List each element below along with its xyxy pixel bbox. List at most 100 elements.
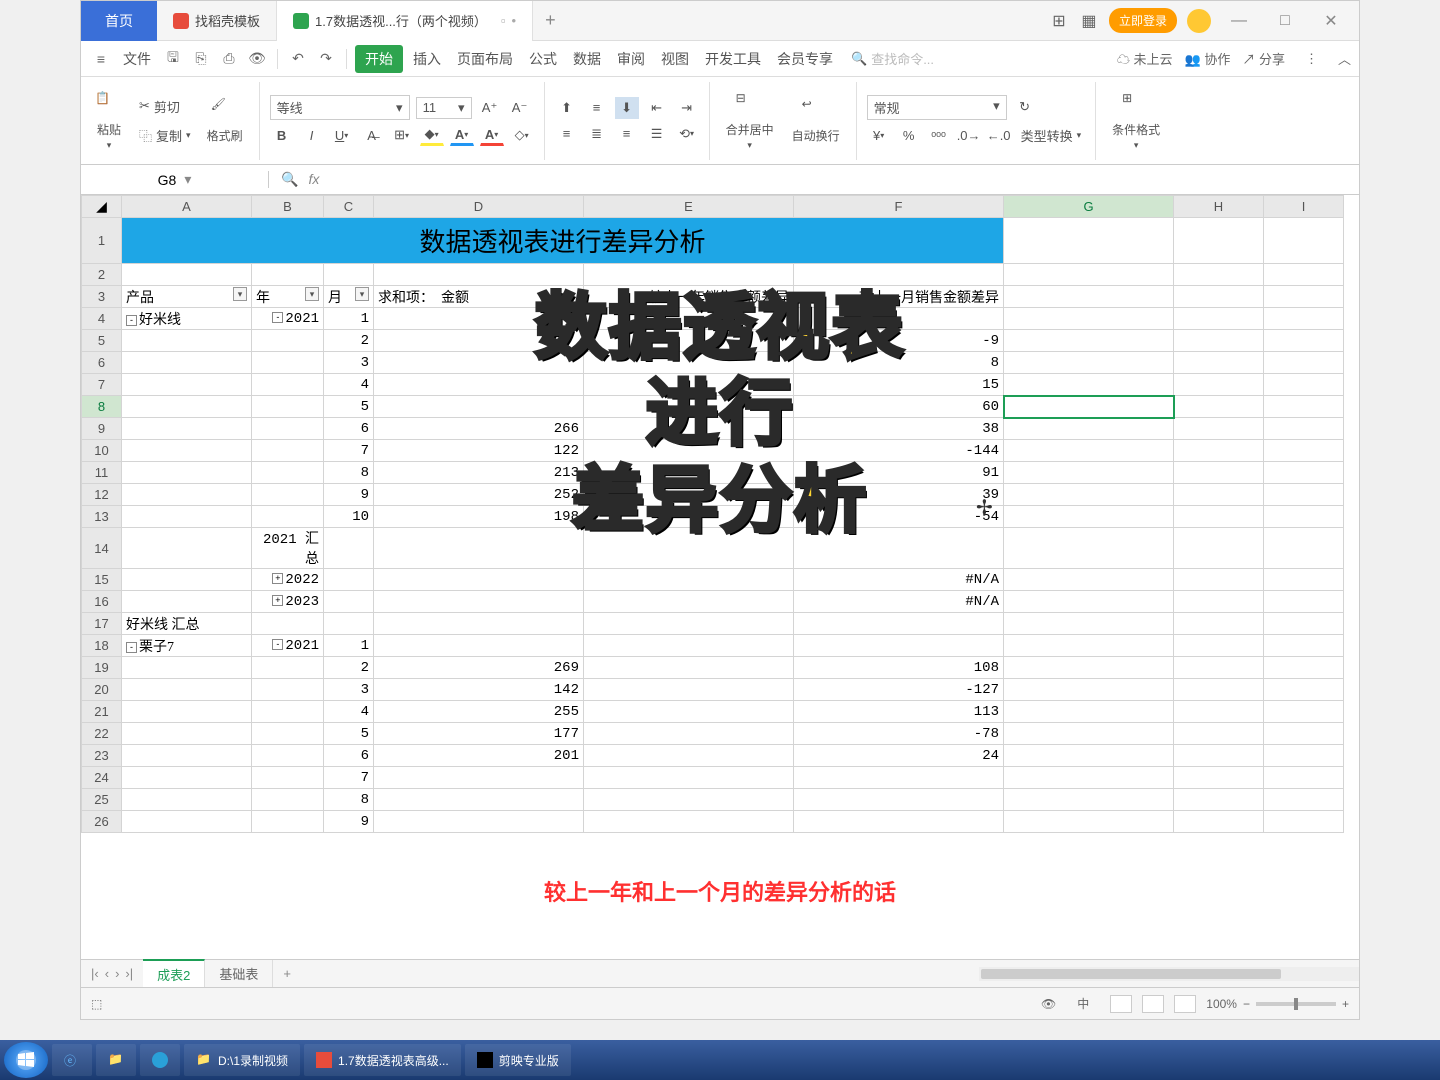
cell[interactable] (584, 374, 794, 396)
cell[interactable] (1264, 462, 1344, 484)
view-break-button[interactable] (1174, 995, 1196, 1013)
align-bottom-button[interactable]: ⬇ (615, 97, 639, 119)
cell[interactable] (374, 569, 584, 591)
cell[interactable] (1264, 789, 1344, 811)
redo-icon[interactable]: ↷ (314, 47, 338, 71)
sheet-first-icon[interactable]: |‹ (91, 966, 99, 981)
row-header[interactable]: 22 (82, 723, 122, 745)
cell[interactable] (122, 506, 252, 528)
cell[interactable]: 8 (324, 789, 374, 811)
copy-button[interactable]: ⿻复制▾ (135, 124, 195, 147)
cell[interactable] (584, 308, 794, 330)
cell[interactable]: +2023 (252, 591, 324, 613)
cell[interactable] (324, 591, 374, 613)
cell[interactable] (122, 418, 252, 440)
view-normal-button[interactable] (1110, 995, 1132, 1013)
cell[interactable] (1264, 396, 1344, 418)
cell[interactable]: 10 (324, 506, 374, 528)
cell[interactable] (1174, 701, 1264, 723)
taskbar-jianying[interactable]: 剪映专业版 (465, 1044, 571, 1076)
cell[interactable] (252, 374, 324, 396)
cell[interactable] (584, 591, 794, 613)
cell[interactable]: 38 (794, 418, 1004, 440)
cell[interactable] (584, 767, 794, 789)
col-header-C[interactable]: C (324, 196, 374, 218)
cell[interactable]: 122 (374, 440, 584, 462)
cell[interactable] (1004, 330, 1174, 352)
currency-button[interactable]: ¥▾ (867, 124, 891, 146)
row-header[interactable]: 6 (82, 352, 122, 374)
clear-format-button[interactable]: ◇▾ (510, 124, 534, 146)
cell[interactable] (374, 613, 584, 635)
cell[interactable] (374, 374, 584, 396)
sheet-tab-1[interactable]: 成表2 (143, 959, 205, 988)
menu-review[interactable]: 审阅 (611, 45, 651, 73)
cell[interactable]: 269 (374, 657, 584, 679)
cell[interactable] (1004, 745, 1174, 767)
taskbar-ie[interactable]: ⓔ (52, 1044, 92, 1076)
cell[interactable] (584, 811, 794, 833)
cell[interactable]: 6 (324, 418, 374, 440)
cell[interactable]: 255 (374, 701, 584, 723)
more-icon[interactable]: ⋮ (1305, 51, 1318, 67)
cell[interactable]: 5 (324, 396, 374, 418)
cell[interactable]: 2 (324, 657, 374, 679)
cell[interactable] (252, 352, 324, 374)
taskbar-folder[interactable]: 📁D:\1录制视频 (184, 1044, 300, 1076)
italic-button[interactable]: I (300, 124, 324, 146)
cell[interactable] (122, 374, 252, 396)
font-color-button[interactable]: A▾ (450, 124, 474, 146)
row-header[interactable]: 10 (82, 440, 122, 462)
cell[interactable] (1264, 635, 1344, 657)
cell[interactable] (122, 396, 252, 418)
horizontal-scrollbar[interactable] (979, 967, 1359, 981)
row-header[interactable]: 25 (82, 789, 122, 811)
cloud-status[interactable]: ☁ 未上云 (1117, 49, 1173, 68)
cell[interactable] (1004, 308, 1174, 330)
cell[interactable] (1264, 767, 1344, 789)
cell[interactable]: 好米线 汇总 (122, 613, 252, 635)
strike-button[interactable]: A̶ (360, 124, 384, 146)
cell[interactable]: 9 (324, 484, 374, 506)
cell[interactable] (1174, 635, 1264, 657)
cell[interactable] (122, 657, 252, 679)
cell[interactable] (1004, 440, 1174, 462)
cell[interactable]: -栗子7 (122, 635, 252, 657)
menu-icon[interactable]: ≡ (89, 47, 113, 71)
justify-button[interactable]: ☰ (645, 123, 669, 145)
font-shrink-button[interactable]: A⁻ (508, 97, 532, 119)
menu-layout[interactable]: 页面布局 (451, 45, 519, 73)
cell[interactable] (1174, 418, 1264, 440)
dec-inc-button[interactable]: .0→ (957, 124, 981, 146)
cell[interactable] (122, 745, 252, 767)
saveas-icon[interactable]: ⎘ (189, 47, 213, 71)
tab-home[interactable]: 首页 (81, 1, 157, 41)
menu-view[interactable]: 视图 (655, 45, 695, 73)
fx-search-icon[interactable]: 🔍 (281, 171, 298, 188)
cell[interactable] (1004, 701, 1174, 723)
cell[interactable]: -2021 (252, 308, 324, 330)
col-header-F[interactable]: F (794, 196, 1004, 218)
dec-dec-button[interactable]: ←.0 (987, 124, 1011, 146)
cell[interactable] (1174, 767, 1264, 789)
tab-menu-icon[interactable]: • (512, 13, 517, 28)
cell[interactable] (1174, 591, 1264, 613)
col-header-H[interactable]: H (1174, 196, 1264, 218)
cell[interactable]: 3 (324, 352, 374, 374)
cell[interactable] (252, 462, 324, 484)
filter-icon[interactable]: ▾ (233, 287, 247, 301)
cell[interactable]: 201 (374, 745, 584, 767)
cell[interactable] (1174, 506, 1264, 528)
cell[interactable] (1264, 352, 1344, 374)
cell[interactable] (1174, 440, 1264, 462)
col-header-E[interactable]: E (584, 196, 794, 218)
command-search[interactable]: 🔍 查找命令... (851, 49, 934, 68)
cell[interactable] (1174, 657, 1264, 679)
cell[interactable] (374, 767, 584, 789)
circular-button[interactable]: ↻ (1013, 96, 1037, 118)
cell[interactable] (1004, 418, 1174, 440)
row-header[interactable]: 2 (82, 264, 122, 286)
header-year[interactable]: 年▾ (252, 286, 324, 308)
cell[interactable]: -54 (794, 506, 1004, 528)
cell[interactable]: -78 (794, 723, 1004, 745)
